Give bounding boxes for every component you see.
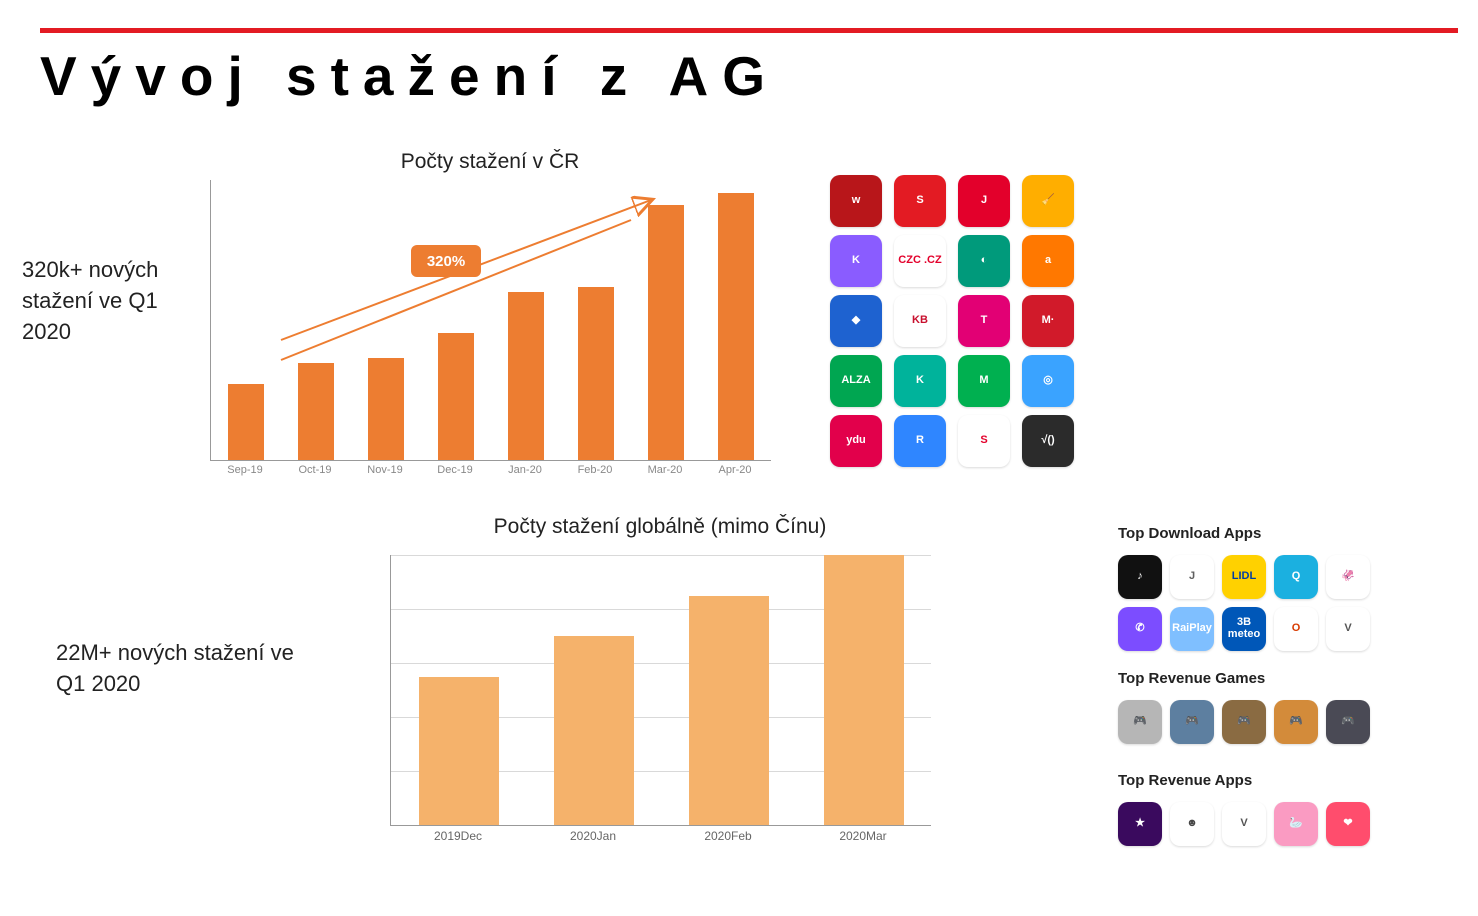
app-icon: 🎮: [1170, 700, 1214, 744]
app-icon: ydu: [830, 415, 882, 467]
chart2-bar: [689, 596, 769, 826]
chart2-bar: [824, 555, 904, 825]
app-icon: ◐: [958, 235, 1010, 287]
app-icon: 🎮: [1274, 700, 1318, 744]
chart1-bar: [508, 292, 544, 460]
app-icon: M·: [1022, 295, 1074, 347]
app-icon: 🧹: [1022, 175, 1074, 227]
label-top-revenue-apps: Top Revenue Apps: [1118, 772, 1252, 789]
page-title: Vývoj stažení z AG: [40, 44, 779, 108]
app-icon: ◎: [1022, 355, 1074, 407]
chart1-plot-area: 320%: [210, 180, 771, 461]
chart2-xtick: 2019Dec: [391, 829, 526, 843]
app-icon: K: [894, 355, 946, 407]
app-icon: ◆: [830, 295, 882, 347]
app-icon: 🎮: [1326, 700, 1370, 744]
app-icon: KB: [894, 295, 946, 347]
app-icon: ALZA: [830, 355, 882, 407]
label-top-download-apps: Top Download Apps: [1118, 525, 1261, 542]
chart1-bar: [718, 193, 754, 460]
chart2-xtick: 2020Mar: [796, 829, 931, 843]
app-icon: CZC .CZ: [894, 235, 946, 287]
app-icon: M: [958, 355, 1010, 407]
note-q1-global: 22M+ nových stažení ve Q1 2020: [56, 638, 316, 700]
cz-apps-grid: wSJ🧹KCZC .CZ◐a◆KBTM·ALZAKM◎yduRS√(): [830, 175, 1074, 467]
chart1-bar: [368, 358, 404, 460]
app-icon: ❤: [1326, 802, 1370, 846]
chart1-xtick: Jan-20: [490, 464, 560, 476]
app-icon: V: [1222, 802, 1266, 846]
chart-global-downloads: Počty stažení globálně (mimo Čínu) 2019D…: [380, 515, 940, 855]
app-icon: K: [830, 235, 882, 287]
app-icon: ✆: [1118, 607, 1162, 651]
app-icon: 🎮: [1118, 700, 1162, 744]
chart2-xtick: 2020Feb: [661, 829, 796, 843]
chart1-xtick: Dec-19: [420, 464, 490, 476]
chart1-xtick: Apr-20: [700, 464, 770, 476]
header-divider: [40, 28, 1458, 33]
chart2-bar: [419, 677, 499, 826]
app-icon: S: [958, 415, 1010, 467]
growth-arrow: [211, 180, 771, 460]
chart1-xtick: Sep-19: [210, 464, 280, 476]
chart1-xtick: Mar-20: [630, 464, 700, 476]
chart1-bar: [648, 205, 684, 460]
top-download-apps-grid: ♪JLIDLQ🦑 ✆RaiPlay3B meteoOV: [1118, 555, 1370, 651]
app-icon: ☻: [1170, 802, 1214, 846]
app-icon: RaiPlay: [1170, 607, 1214, 651]
chart2-bar: [554, 636, 634, 825]
app-icon: ★: [1118, 802, 1162, 846]
chart1-bar: [578, 287, 614, 460]
app-icon: w: [830, 175, 882, 227]
app-icon: J: [1170, 555, 1214, 599]
app-icon: 🦢: [1274, 802, 1318, 846]
app-icon: 🦑: [1326, 555, 1370, 599]
app-icon: ♪: [1118, 555, 1162, 599]
app-icon: T: [958, 295, 1010, 347]
chart2-plot-area: [390, 555, 931, 826]
top-revenue-apps-grid: ★☻V🦢❤: [1118, 802, 1370, 846]
app-icon: J: [958, 175, 1010, 227]
chart1-xtick: Feb-20: [560, 464, 630, 476]
chart1-title: Počty stažení v ČR: [200, 150, 780, 174]
app-icon: S: [894, 175, 946, 227]
app-icon: a: [1022, 235, 1074, 287]
chart1-xtick: Nov-19: [350, 464, 420, 476]
app-icon: Q: [1274, 555, 1318, 599]
app-icon: √(): [1022, 415, 1074, 467]
app-icon: V: [1326, 607, 1370, 651]
app-icon: 🎮: [1222, 700, 1266, 744]
app-icon: 3B meteo: [1222, 607, 1266, 651]
label-top-revenue-games: Top Revenue Games: [1118, 670, 1265, 687]
chart2-xtick: 2020Jan: [526, 829, 661, 843]
app-icon: R: [894, 415, 946, 467]
note-q1-cz: 320k+ nových stažení ve Q1 2020: [22, 255, 192, 347]
chart-cz-downloads: Počty stažení v ČR 320% Sep-19Oct-19Nov-…: [200, 150, 780, 490]
app-icon: LIDL: [1222, 555, 1266, 599]
chart1-bar: [298, 363, 334, 460]
chart2-title: Počty stažení globálně (mimo Čínu): [380, 515, 940, 539]
chart1-bar: [438, 333, 474, 460]
growth-badge: 320%: [411, 245, 481, 277]
chart1-bar: [228, 384, 264, 460]
top-revenue-games-grid: 🎮🎮🎮🎮🎮: [1118, 700, 1370, 744]
chart1-xtick: Oct-19: [280, 464, 350, 476]
app-icon: O: [1274, 607, 1318, 651]
